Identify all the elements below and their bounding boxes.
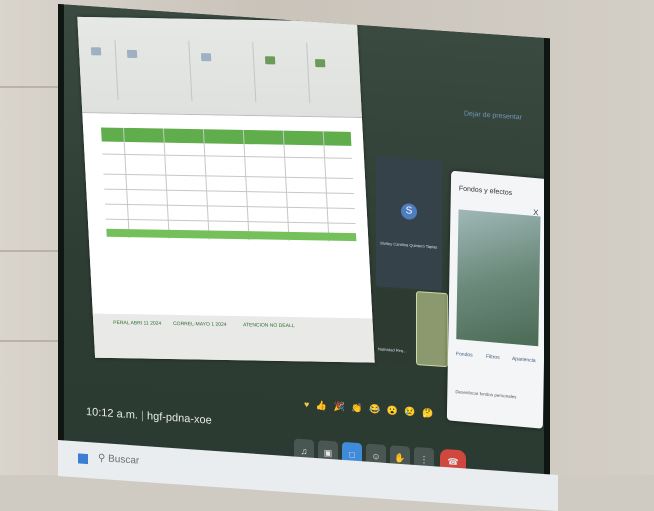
conditional-format-icon[interactable]	[264, 56, 276, 65]
tab-apariencia[interactable]: Apariencia	[512, 356, 536, 364]
grid-row	[102, 153, 353, 159]
grid-col	[202, 129, 210, 240]
stop-presenting-link[interactable]: Dejar de presentar	[464, 110, 522, 121]
avatar: S	[401, 202, 417, 221]
search-label: Buscar	[108, 453, 140, 467]
ribbon-group	[256, 42, 311, 104]
sheet-green-band	[106, 228, 357, 242]
grid-col	[242, 129, 250, 241]
tab-fondos[interactable]: Fondos	[456, 351, 473, 358]
ribbon-group	[192, 40, 257, 103]
grid-col	[282, 130, 290, 241]
table-icon[interactable]	[314, 59, 326, 68]
blur-option[interactable]: Desenfocar fondos personales	[455, 389, 516, 399]
participant-name: Natividad Req...	[378, 346, 407, 354]
tab-filtros[interactable]: Filtros	[486, 354, 500, 361]
sheet-tabs: PERAL ABRI 11 2024 CORREL-MAYO 1 2024 AT…	[92, 313, 375, 363]
grid-row	[105, 203, 355, 210]
sheet-header-bar	[101, 127, 352, 146]
ribbon-group	[118, 39, 193, 102]
meeting-info: 10:12 a.m. | hgf-pdna-xoe	[86, 405, 212, 427]
grid-col	[122, 127, 130, 239]
windows-start-icon[interactable]	[78, 453, 88, 465]
camera-preview	[456, 209, 541, 347]
format-icon[interactable]	[126, 49, 138, 59]
paste-icon[interactable]	[90, 47, 102, 56]
grid-col	[162, 128, 170, 239]
presenter-tile[interactable]: S Shirley Carolina Quintero Tapias	[376, 156, 442, 291]
taskbar-search[interactable]: ⚲ Buscar	[98, 453, 139, 467]
sheet-tab[interactable]: CORREL-MAYO 1 2024	[173, 321, 227, 328]
reactions-bar[interactable]: ♥ 👍 🎉 👏 😂 😮 😢 🤔	[304, 399, 435, 419]
meet-window: (Presentando) Dejar de presentar	[64, 4, 548, 506]
grid-col	[322, 131, 330, 242]
presenter-name: Shirley Carolina Quintero Tapias	[380, 240, 438, 250]
sheet-tab[interactable]: PERAL ABRI 11 2024	[113, 320, 161, 327]
self-view-tile[interactable]	[416, 291, 448, 368]
alignment-icon[interactable]	[200, 53, 212, 62]
tv-screen: (Presentando) Dejar de presentar	[58, 4, 550, 507]
backgrounds-panel: Fondos y efectos X Fondos Filtros Aparie…	[446, 170, 548, 429]
grid-row	[104, 188, 354, 194]
grid-row	[105, 218, 356, 225]
meeting-code: hgf-pdna-xoe	[146, 410, 212, 427]
participant-tile[interactable]: Natividad Req...	[376, 288, 412, 363]
shared-spreadsheet: PERAL ABRI 11 2024 CORREL-MAYO 1 2024 AT…	[77, 16, 375, 363]
excel-ribbon	[77, 16, 362, 119]
grid-row	[103, 173, 354, 179]
sheet-tab[interactable]: ATENCION NO DEALL	[243, 322, 295, 329]
meeting-time: 10:12 a.m.	[86, 405, 138, 422]
ribbon-group	[84, 39, 119, 100]
sheet-grid[interactable]	[82, 113, 373, 319]
panel-title: Fondos y efectos	[458, 185, 513, 198]
